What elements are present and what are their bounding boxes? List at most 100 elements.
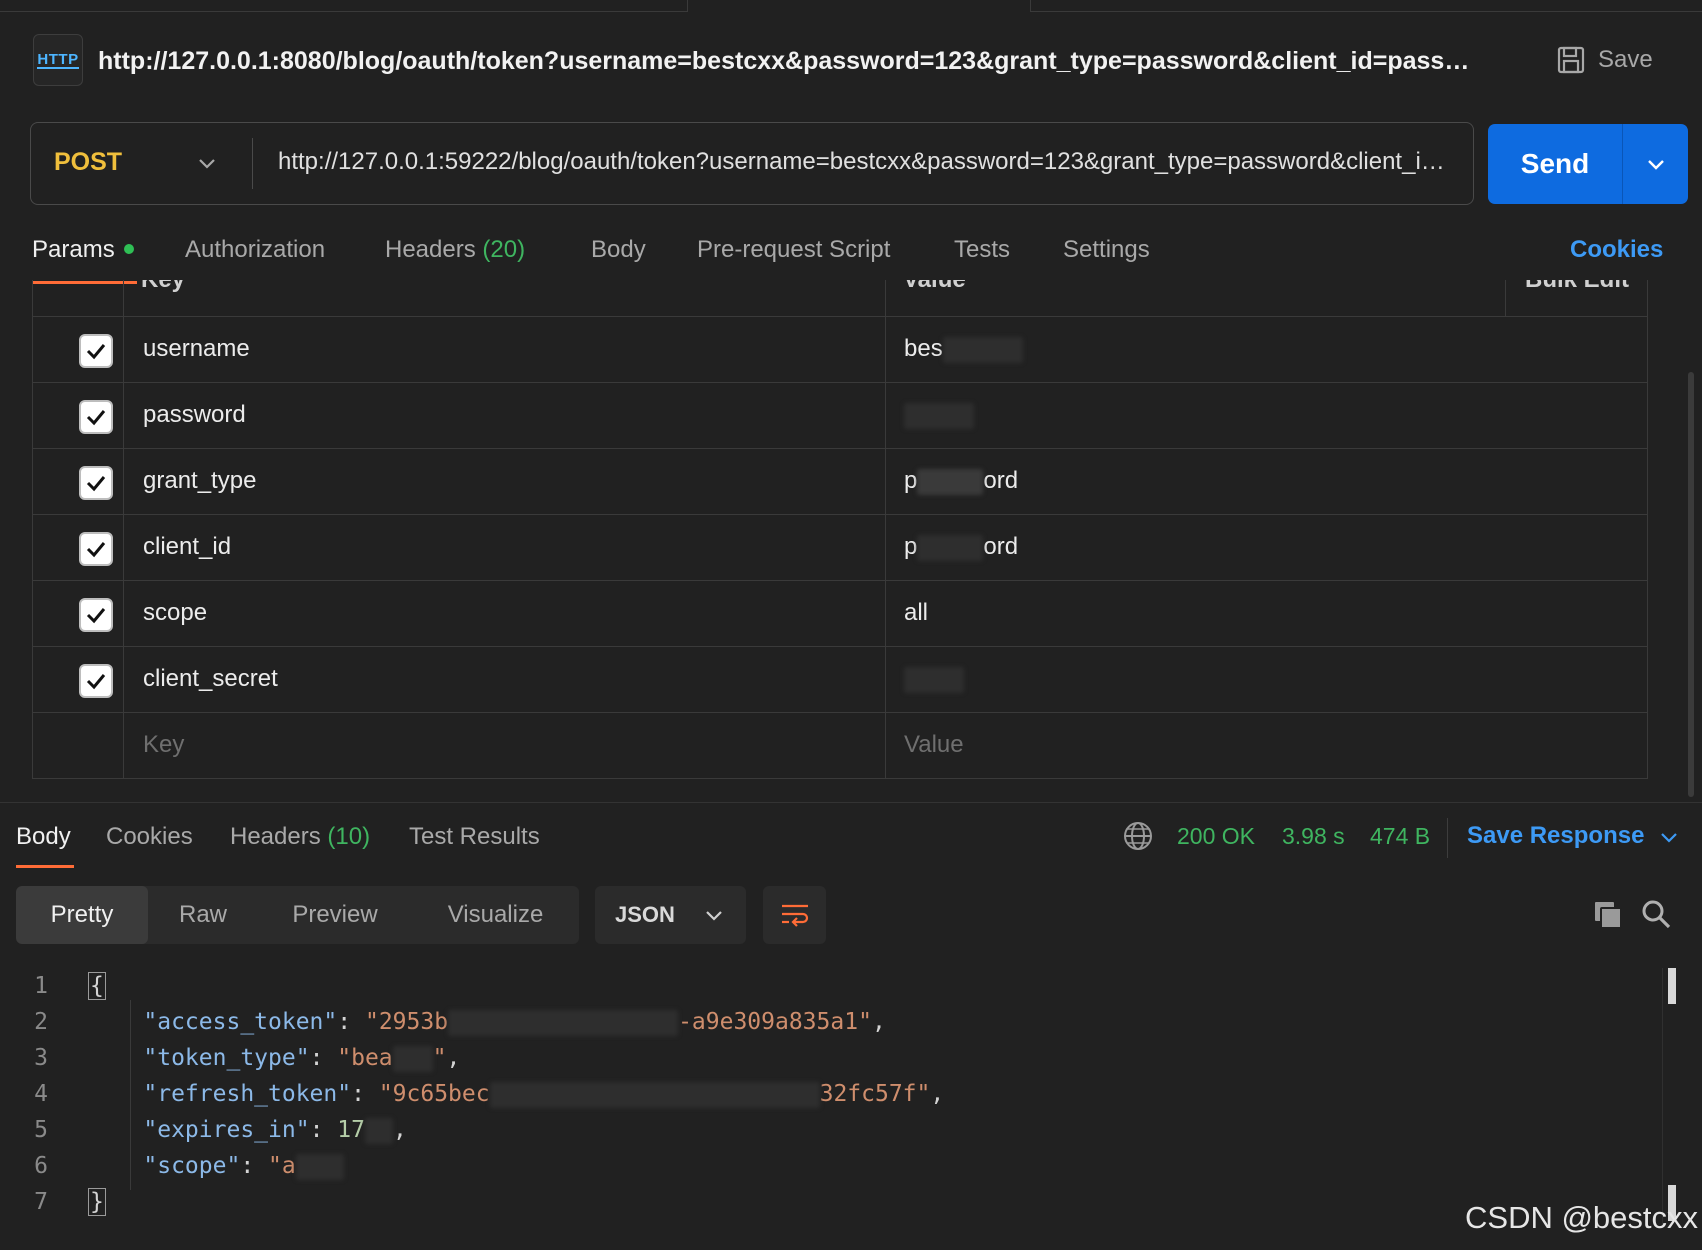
new-key-input[interactable]: Key [143, 731, 184, 759]
scrollbar-thumb[interactable] [1668, 968, 1676, 1004]
code-line: 1{ [34, 972, 106, 1000]
send-label: Send [1520, 148, 1590, 179]
params-table: Key Value Bulk Edit username bes passwor… [32, 280, 1648, 779]
checkmark-icon [86, 476, 106, 492]
tab-pre-request-script[interactable]: Pre-request Script [697, 236, 890, 264]
param-value[interactable]: all [904, 599, 928, 627]
param-row[interactable]: client_id p ord [33, 515, 1647, 581]
code-line: 4 "refresh_token": "9c65bec 32fc57f", [34, 1081, 945, 1108]
param-checkbox[interactable] [79, 466, 113, 500]
format-label: JSON [615, 902, 675, 927]
code-line: 3 "token_type": "bea ", [34, 1045, 461, 1072]
param-value[interactable]: p ord [904, 533, 1018, 561]
checkmark-icon [86, 344, 106, 360]
send-options-dropdown[interactable] [1623, 124, 1688, 204]
response-tab-body[interactable]: Body [16, 823, 71, 851]
headers-count: (20) [482, 236, 526, 263]
param-row[interactable]: client_secret [33, 647, 1647, 713]
view-visualize[interactable]: Visualize [412, 886, 579, 944]
send-button[interactable]: Send [1488, 124, 1688, 204]
floppy-disk-icon [1557, 46, 1585, 74]
response-body-viewer[interactable]: 1{ 2 "access_token": "2953b -a9e309a835a1… [0, 968, 1660, 1250]
param-key[interactable]: username [143, 335, 250, 363]
param-checkbox[interactable] [79, 664, 113, 698]
chevron-down-icon[interactable] [196, 152, 218, 174]
param-row[interactable]: password [33, 383, 1647, 449]
param-row[interactable]: username bes [33, 317, 1647, 383]
params-scrollbar[interactable] [1688, 372, 1694, 797]
request-title[interactable]: http://127.0.0.1:8080/blog/oauth/token?u… [98, 44, 1478, 78]
cookies-link[interactable]: Cookies [1570, 236, 1663, 264]
param-checkbox[interactable] [79, 532, 113, 566]
param-value[interactable]: p ord [904, 467, 1018, 495]
watermark: CSDN @bestcxx [1465, 1200, 1699, 1235]
tab-settings[interactable]: Settings [1063, 236, 1150, 264]
method-select[interactable]: POST [54, 148, 122, 177]
checkmark-icon [86, 674, 106, 690]
response-size[interactable]: 474 B [1370, 823, 1430, 850]
bulk-edit-button[interactable]: Bulk Edit [1525, 280, 1629, 294]
top-tab-strip [0, 0, 1702, 12]
url-divider [252, 138, 253, 189]
tab-authorization[interactable]: Authorization [185, 236, 325, 264]
param-key[interactable]: grant_type [143, 467, 256, 495]
chevron-down-icon [706, 911, 722, 921]
status-code[interactable]: 200 OK [1177, 823, 1255, 850]
checkmark-icon [86, 608, 106, 624]
param-row-empty[interactable]: Key Value [33, 713, 1647, 778]
code-line: 5 "expires_in": 17, [34, 1117, 407, 1144]
param-key[interactable]: scope [143, 599, 207, 627]
code-line: 7} [34, 1188, 106, 1216]
response-headers-count: (10) [327, 823, 371, 850]
active-response-tab-indicator [16, 865, 74, 868]
param-row[interactable]: scope all [33, 581, 1647, 647]
chevron-down-icon[interactable] [1658, 826, 1680, 848]
params-active-dot [123, 243, 134, 254]
http-request-icon: HTTP [33, 34, 83, 86]
body-view-switcher: Pretty Raw Preview Visualize [16, 886, 579, 944]
wrap-lines-button[interactable] [763, 886, 826, 944]
view-raw[interactable]: Raw [148, 886, 258, 944]
param-checkbox[interactable] [79, 598, 113, 632]
response-time[interactable]: 3.98 s [1282, 823, 1345, 850]
response-tab-cookies[interactable]: Cookies [106, 823, 193, 851]
column-header-key: Key [141, 280, 185, 294]
view-pretty[interactable]: Pretty [16, 886, 148, 944]
param-checkbox[interactable] [79, 400, 113, 434]
tab-params[interactable]: Params [32, 236, 134, 264]
status-separator [1447, 818, 1448, 858]
new-value-input[interactable]: Value [904, 731, 964, 759]
tab-headers[interactable]: Headers (20) [385, 236, 525, 264]
response-tab-test-results[interactable]: Test Results [409, 823, 540, 851]
save-label: Save [1598, 46, 1653, 73]
param-value[interactable] [904, 401, 974, 429]
wrap-lines-icon [781, 904, 808, 927]
tab-tests[interactable]: Tests [954, 236, 1010, 264]
chevron-down-icon [1647, 160, 1664, 170]
checkmark-icon [86, 410, 106, 426]
save-response-button[interactable]: Save Response [1467, 822, 1644, 850]
tab-body[interactable]: Body [591, 236, 646, 264]
param-key[interactable]: client_id [143, 533, 231, 561]
search-icon[interactable] [1640, 898, 1672, 930]
format-select[interactable]: JSON [595, 886, 746, 944]
param-key[interactable]: password [143, 401, 246, 429]
param-value[interactable] [904, 665, 964, 693]
save-button[interactable]: Save [1556, 40, 1653, 80]
params-table-header: Key Value Bulk Edit [33, 280, 1647, 317]
view-preview[interactable]: Preview [258, 886, 412, 944]
param-value[interactable]: bes [904, 335, 1023, 363]
column-header-value: Value [903, 280, 966, 294]
response-scroll-track [1662, 968, 1663, 1228]
copy-icon[interactable] [1593, 900, 1623, 930]
param-key[interactable]: client_secret [143, 665, 278, 693]
code-line: 2 "access_token": "2953b -a9e309a835a1", [34, 1009, 886, 1036]
globe-icon[interactable] [1122, 820, 1154, 852]
param-row[interactable]: grant_type p ord [33, 449, 1647, 515]
response-tab-headers[interactable]: Headers (10) [230, 823, 370, 851]
pane-divider[interactable] [0, 802, 1702, 803]
url-input[interactable]: http://127.0.0.1:59222/blog/oauth/token?… [278, 145, 1458, 179]
checkmark-icon [86, 542, 106, 558]
param-checkbox[interactable] [79, 334, 113, 368]
code-line: 6 "scope": "a [0, 1148, 344, 1184]
